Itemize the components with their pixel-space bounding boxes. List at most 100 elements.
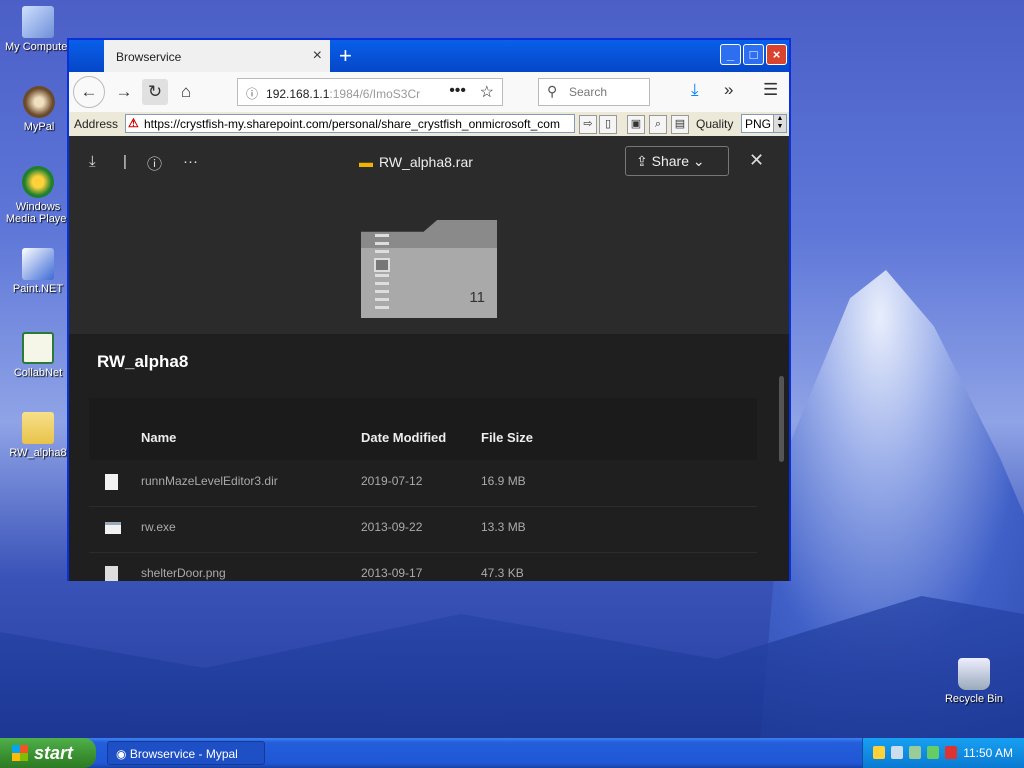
maximize-button[interactable]: □ [743,44,764,65]
info-icon[interactable]: ⓘ [246,87,258,101]
arrow-right-icon: → [115,82,133,101]
downloads-icon[interactable]: ⤓ [691,80,699,100]
find-icon[interactable]: ⌕ [649,115,667,134]
address-label: Address [74,117,119,131]
table-row[interactable]: shelterDoor.png 2013-09-17 47.3 KB [89,552,757,581]
desktop-icon-label: MyPal [23,121,55,133]
taskbar: start ◉ Browservice - Mypal 11:50 AM [0,738,1024,768]
go-arrow-icon[interactable]: ⇨ [579,115,597,134]
format-select[interactable]: PNG ▲ ▼ [741,114,787,133]
archive-icon [22,412,54,444]
windows-logo-icon [12,745,28,761]
row-name: shelterDoor.png [141,566,226,580]
file-icon [105,474,118,490]
close-viewer-icon[interactable]: ✕ [749,150,764,171]
row-size: 13.3 MB [481,520,526,534]
page-actions-icon[interactable]: ••• [449,82,466,100]
clipboard-icon[interactable]: ▤ [671,115,689,134]
column-file-size[interactable]: File Size [481,430,533,445]
zipper-pull [374,258,390,272]
row-date: 2013-09-22 [361,520,423,534]
desktop-icon-collabnet[interactable]: CollabNet [0,332,76,379]
volume-icon[interactable] [909,746,921,759]
tab-close-icon[interactable]: × [313,47,322,65]
item-count: 11 [469,289,485,306]
address-field[interactable]: ⚠ https://crystfish-my.sharepoint.com/pe… [125,114,575,133]
mypal-icon: ◉ [116,747,127,761]
table-row[interactable]: rw.exe 2013-09-22 13.3 MB [89,506,757,553]
desktop-icon-my-computer[interactable]: My Computer [0,6,76,53]
reload-button[interactable]: ↻ [142,79,168,105]
mypal-icon [23,86,55,118]
download-icon[interactable]: ⤓ [89,153,96,170]
column-date-modified[interactable]: Date Modified [361,430,446,445]
address-value: https://crystfish-my.sharepoint.com/pers… [144,117,560,131]
overflow-menu-icon[interactable]: » [724,80,733,100]
start-button[interactable]: start [0,738,96,768]
format-spinner[interactable]: ▲ ▼ [773,115,786,132]
new-tab-button[interactable]: + [339,43,352,69]
url-bar[interactable]: ⓘ 192.168.1.1:1984/6/ImoS3Cr ••• ☆ [237,78,503,106]
row-date: 2019-07-12 [361,474,423,488]
home-button[interactable]: ⌂ [173,79,199,105]
desktop-icon-label: Paint.NET [12,283,64,295]
recycle-bin-icon [958,658,990,690]
desktop-icon-recycle-bin[interactable]: Recycle Bin [936,658,1012,705]
desktop-icon-paint[interactable]: Paint.NET [0,248,76,295]
page-icon: ⚠ [128,116,139,130]
scrollbar-thumb[interactable] [779,376,784,462]
page-save-icon[interactable]: ▣ [627,115,645,134]
page-content: ⤓ | ⓘ ··· ▬ RW_alpha8.rar ⇪ Share ⌄ ✕ 11 [69,136,789,581]
antivirus-icon[interactable] [945,746,957,759]
bookmark-star-icon[interactable]: ☆ [480,82,494,102]
close-window-button[interactable]: × [766,44,787,65]
table-header: Name Date Modified File Size [89,398,757,460]
file-name-title: ▬ RW_alpha8.rar [359,154,473,170]
column-name[interactable]: Name [141,430,176,445]
network-icon[interactable] [891,746,903,759]
desktop-icon-rw-alpha8[interactable]: RW_alpha8 [0,412,76,459]
share-button[interactable]: ⇪ Share ⌄ [625,146,729,176]
quality-label: Quality [696,117,734,131]
file-name: RW_alpha8.rar [379,154,473,170]
browser-window: Browservice × + _ □ × ← → ↻ ⌂ ⓘ 192.168.1… [67,38,791,581]
update-icon[interactable] [927,746,939,759]
url-host: 192.168.1.1 [266,87,330,101]
desktop-icon-label: Windows Media Player [5,201,71,225]
desktop-icon-label: CollabNet [13,367,63,379]
task-label: Browservice - Mypal [129,747,238,761]
desktop-icon-label: My Computer [4,41,72,53]
taskbar-item-browservice[interactable]: ◉ Browservice - Mypal [107,741,265,765]
preview-area: 11 [69,190,789,334]
more-options-icon[interactable]: ··· [183,153,198,170]
minimize-button[interactable]: _ [720,44,741,65]
zip-folder-icon: ▬ [359,154,373,170]
tab-browservice[interactable]: Browservice × [104,40,330,72]
hamburger-menu-icon[interactable]: ☰ [763,80,778,100]
share-label: Share [651,153,689,169]
home-icon: ⌂ [180,82,192,101]
row-date: 2013-09-17 [361,566,423,580]
search-input[interactable]: ⚲ Search [538,78,650,106]
system-tray: 11:50 AM [862,738,1024,768]
security-shield-icon[interactable] [873,746,885,759]
address-toolbar: Address ⚠ https://crystfish-my.sharepoin… [69,112,789,137]
chevron-down-icon: ⌄ [692,153,705,169]
forward-button[interactable]: → [111,79,137,105]
desktop-icon-label: RW_alpha8 [9,447,67,459]
desktop-icon-mypal[interactable]: MyPal [1,86,77,133]
reload-icon: ↻ [147,82,163,101]
table-row[interactable]: runnMazeLevelEditor3.dir 2019-07-12 16.9… [89,460,757,507]
search-placeholder: Search [569,85,608,99]
bookmark-icon[interactable]: ▯ [599,115,617,134]
row-size: 47.3 KB [481,566,524,580]
back-button[interactable]: ← [73,76,105,108]
url-path: :1984/6/ImoS3Cr [329,87,421,101]
clock[interactable]: 11:50 AM [963,746,1013,760]
viewer-toolbar: ⤓ | ⓘ ··· ▬ RW_alpha8.rar ⇪ Share ⌄ ✕ [69,136,789,190]
desktop-icon-media-player[interactable]: Windows Media Player [0,166,76,225]
row-name: rw.exe [141,520,176,534]
row-size: 16.9 MB [481,474,526,488]
info-icon[interactable]: ⓘ [147,153,162,174]
start-label: start [34,743,74,763]
